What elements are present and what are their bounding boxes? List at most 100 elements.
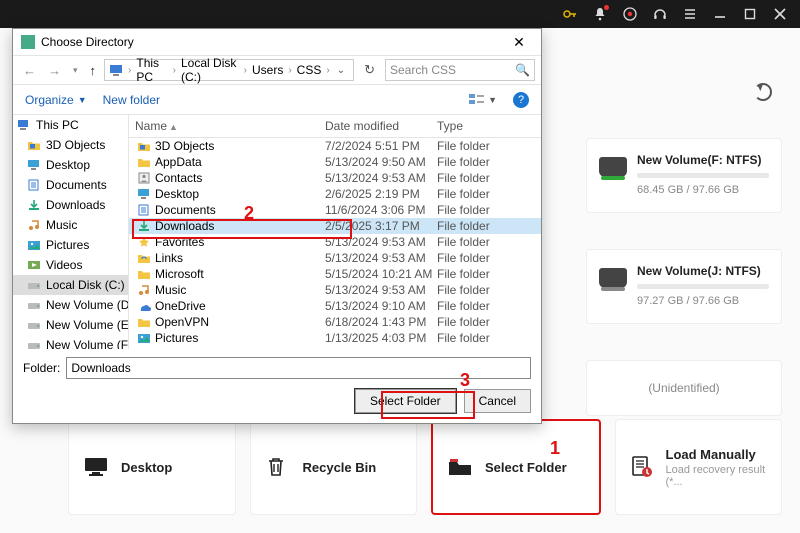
tree-item-label: 3D Objects (46, 138, 105, 152)
table-row[interactable]: 3D Objects7/2/2024 5:51 PMFile folder (129, 138, 541, 154)
tree-item[interactable]: New Volume (D (13, 295, 128, 315)
tree-item-label: Videos (46, 258, 82, 272)
bell-icon[interactable] (592, 6, 608, 22)
volume-card[interactable]: New Volume(F: NTFS) 68.45 GB / 97.66 GB (586, 138, 782, 213)
file-name: Documents (155, 203, 216, 217)
folder-icon (137, 348, 151, 349)
file-date: 2/5/2025 3:17 PM (325, 219, 437, 233)
volume-card-unidentified[interactable]: (Unidentified) (586, 360, 782, 416)
pc-icon (109, 63, 125, 77)
view-options-icon[interactable]: ▼ (468, 93, 497, 107)
menu-icon[interactable] (682, 6, 698, 22)
annotation-1: 1 (550, 438, 560, 459)
tree-item[interactable]: Videos (13, 255, 128, 275)
file-type: File folder (437, 283, 539, 297)
file-date: 5/13/2024 9:53 AM (325, 235, 437, 249)
drive-icon (27, 339, 41, 349)
tree-item-label: Music (46, 218, 77, 232)
refresh-button[interactable] (754, 83, 772, 101)
nav-recent-icon[interactable]: ▾ (69, 65, 82, 76)
file-date: 5/13/2024 9:53 AM (325, 347, 437, 349)
location-select-folder[interactable]: Select Folder (431, 419, 601, 515)
tree-item[interactable]: New Volume (F (13, 335, 128, 349)
chevron-down-icon[interactable]: ⌄ (331, 65, 351, 76)
table-row[interactable]: Pictures1/13/2025 4:03 PMFile folder (129, 330, 541, 346)
select-folder-button[interactable]: Select Folder (355, 389, 456, 413)
maximize-icon[interactable] (742, 6, 758, 22)
table-row[interactable]: Favorites5/13/2024 9:53 AMFile folder (129, 234, 541, 250)
file-type: File folder (437, 187, 539, 201)
new-folder-button[interactable]: New folder (103, 93, 160, 107)
folder3d-icon (137, 140, 151, 152)
nav-back-icon[interactable]: ← (19, 63, 40, 78)
organize-menu[interactable]: Organize ▼ (25, 93, 87, 107)
record-icon[interactable] (622, 6, 638, 22)
tree-item[interactable]: Local Disk (C:) (13, 275, 128, 295)
table-row[interactable]: Contacts5/13/2024 9:53 AMFile folder (129, 170, 541, 186)
tree-item[interactable]: 3D Objects (13, 135, 128, 155)
file-name: Music (155, 283, 186, 297)
location-desktop[interactable]: Desktop (68, 419, 236, 515)
tree-item[interactable]: Desktop (13, 155, 128, 175)
file-name: Saved Games (155, 347, 231, 349)
headset-icon[interactable] (652, 6, 668, 22)
table-row[interactable]: AppData5/13/2024 9:50 AMFile folder (129, 154, 541, 170)
table-row[interactable]: OpenVPN6/18/2024 1:43 PMFile folder (129, 314, 541, 330)
breadcrumb[interactable]: › This PC › Local Disk (C:) › Users › CS… (104, 59, 354, 81)
help-icon[interactable]: ? (513, 92, 529, 108)
table-row[interactable]: Documents11/6/2024 3:06 PMFile folder (129, 202, 541, 218)
table-row[interactable]: Saved Games5/13/2024 9:53 AMFile folder (129, 346, 541, 349)
location-label: Select Folder (485, 460, 567, 475)
breadcrumb-seg[interactable]: Local Disk (C:) (177, 56, 243, 84)
volume-title: New Volume(F: NTFS) (637, 153, 769, 167)
column-date[interactable]: Date modified (319, 115, 431, 137)
nav-tree[interactable]: This PC 3D Objects Desktop Documents Downloa… (13, 115, 129, 349)
column-name[interactable]: Name▲ (129, 115, 319, 137)
file-type: File folder (437, 315, 539, 329)
tree-item[interactable]: Documents (13, 175, 128, 195)
file-name: OneDrive (155, 299, 206, 313)
links-icon (137, 252, 151, 264)
volume-size: 68.45 GB / 97.66 GB (637, 184, 769, 196)
location-label: Load Manually (666, 447, 768, 462)
table-row[interactable]: OneDrive5/13/2024 9:10 AMFile folder (129, 298, 541, 314)
volume-card[interactable]: New Volume(J: NTFS) 97.27 GB / 97.66 GB (586, 249, 782, 324)
file-date: 7/2/2024 5:51 PM (325, 139, 437, 153)
file-name: Microsoft (155, 267, 204, 281)
table-row[interactable]: Downloads2/5/2025 3:17 PMFile folder (129, 218, 541, 234)
table-row[interactable]: Desktop2/6/2025 2:19 PMFile folder (129, 186, 541, 202)
close-icon[interactable]: ✕ (501, 34, 537, 51)
cancel-button[interactable]: Cancel (464, 389, 531, 413)
tree-item[interactable]: New Volume (E (13, 315, 128, 335)
breadcrumb-seg[interactable]: CSS (293, 63, 326, 77)
tree-item[interactable]: This PC (13, 115, 128, 135)
file-name: Desktop (155, 187, 199, 201)
location-recycle-bin[interactable]: Recycle Bin (250, 419, 418, 515)
close-app-icon[interactable] (772, 6, 788, 22)
refresh-icon[interactable]: ↻ (358, 62, 381, 78)
folder-label: Folder: (23, 361, 60, 375)
search-input[interactable]: Search CSS 🔍 (385, 59, 535, 81)
file-name: Favorites (155, 235, 204, 249)
tree-item[interactable]: Downloads (13, 195, 128, 215)
column-type[interactable]: Type (431, 115, 541, 137)
breadcrumb-seg[interactable]: Users (248, 63, 287, 77)
table-row[interactable]: Microsoft5/15/2024 10:21 AMFile folder (129, 266, 541, 282)
nav-up-icon[interactable]: ↑ (86, 63, 101, 78)
tree-item-label: Desktop (46, 158, 90, 172)
drive-icon (27, 279, 41, 291)
location-load-manually[interactable]: Load Manually Load recovery result (*... (615, 419, 783, 515)
file-list[interactable]: Name▲ Date modified Type 3D Objects7/2/2… (129, 115, 541, 349)
tree-item-label: Documents (46, 178, 107, 192)
file-date: 1/13/2025 4:03 PM (325, 331, 437, 345)
key-icon[interactable] (562, 6, 578, 22)
table-row[interactable]: Music 5/13/2024 9:53 AMFile folder (129, 282, 541, 298)
tree-item[interactable]: Music (13, 215, 128, 235)
table-row[interactable]: Links5/13/2024 9:53 AMFile folder (129, 250, 541, 266)
tree-item[interactable]: Pictures (13, 235, 128, 255)
file-type: File folder (437, 267, 539, 281)
file-date: 5/13/2024 9:53 AM (325, 283, 437, 297)
tree-item-label: New Volume (D (46, 298, 128, 312)
breadcrumb-seg[interactable]: This PC (132, 56, 171, 84)
minimize-icon[interactable] (712, 6, 728, 22)
